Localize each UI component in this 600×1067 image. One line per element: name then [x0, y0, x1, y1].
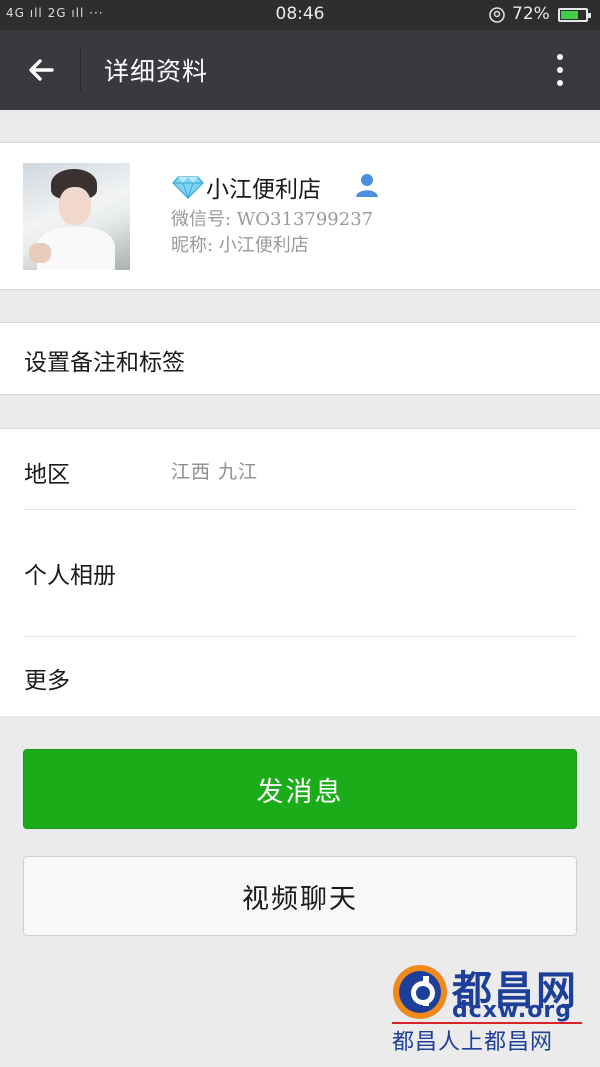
- more-row[interactable]: 更多: [0, 637, 600, 717]
- battery-percent: 72%: [512, 4, 550, 24]
- profile-name: 小江便利店: [206, 177, 321, 203]
- status-time: 08:46: [275, 4, 325, 24]
- wechat-id: 微信号: WO313799237: [171, 209, 374, 230]
- nickname: 昵称: 小江便利店: [171, 235, 309, 256]
- person-icon: [356, 174, 378, 197]
- profile-card: 小江便利店 微信号: WO313799237 昵称: 小江便利店: [0, 142, 600, 290]
- site-logo-icon: [393, 965, 447, 1019]
- status-bar: 4G ıll 2G ıll ··· 08:46 72%: [0, 0, 600, 30]
- send-message-button[interactable]: 发消息: [23, 749, 577, 829]
- arrow-left-icon[interactable]: [22, 50, 62, 90]
- set-remark-row[interactable]: 设置备注和标签: [0, 322, 600, 395]
- top-toolbar: 详细资料: [0, 30, 600, 110]
- region-value: 江西 九江: [171, 461, 259, 483]
- region-row: 地区 江西 九江: [0, 429, 600, 509]
- info-group: 地区 江西 九江 个人相册 更多: [0, 428, 600, 716]
- personal-album-label: 个人相册: [24, 563, 116, 589]
- location-icon: [489, 7, 505, 23]
- more-label: 更多: [24, 668, 70, 694]
- region-label: 地区: [24, 462, 70, 488]
- battery-charging-icon: [558, 8, 591, 22]
- page-title: 详细资料: [104, 57, 209, 86]
- more-vertical-icon[interactable]: [548, 50, 572, 90]
- set-remark-label: 设置备注和标签: [24, 350, 185, 376]
- diamond-icon: [172, 176, 204, 199]
- toolbar-divider: [80, 48, 81, 92]
- personal-album-row[interactable]: 个人相册: [0, 510, 600, 636]
- site-watermark: 都昌网 dcxw.org 都昌人上都昌网: [388, 958, 588, 1058]
- video-chat-button[interactable]: 视频聊天: [23, 856, 577, 936]
- avatar[interactable]: [23, 163, 130, 270]
- site-domain: dcxw.org: [452, 998, 572, 1023]
- site-slogan: 都昌人上都昌网: [392, 1030, 554, 1055]
